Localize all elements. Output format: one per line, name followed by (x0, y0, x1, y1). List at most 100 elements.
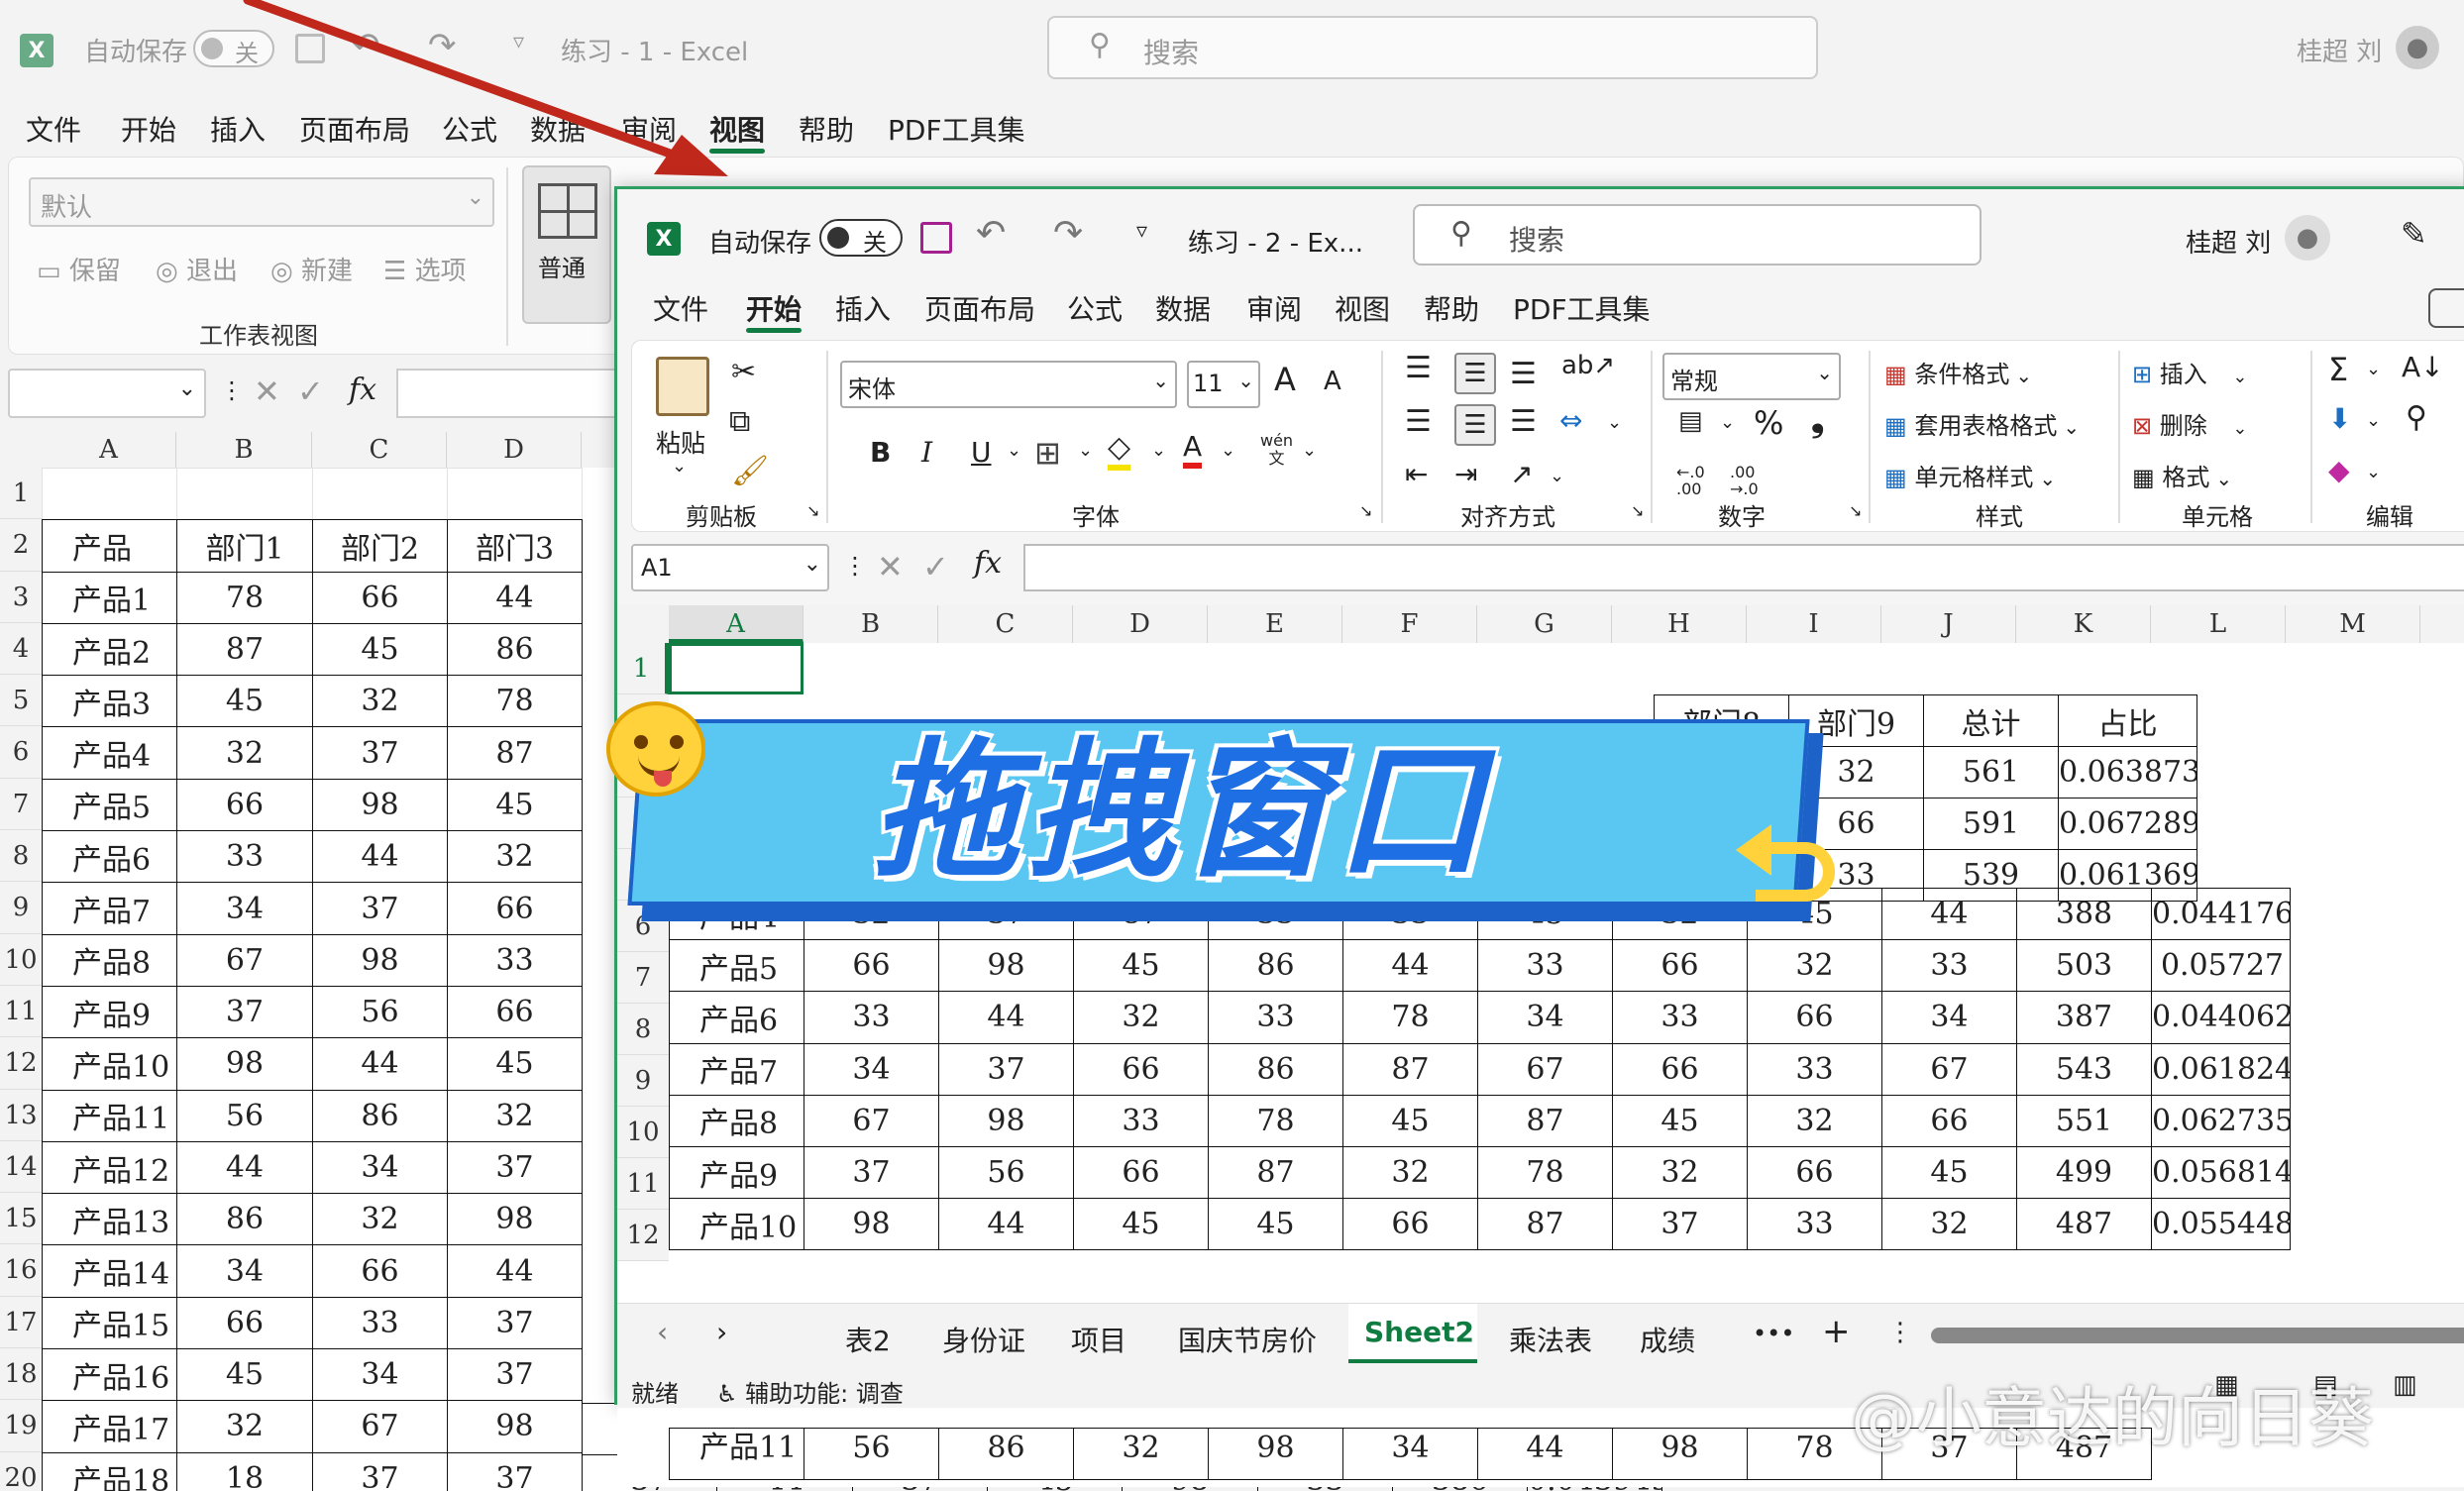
cell[interactable]: 487 (2016, 1198, 2152, 1251)
cell[interactable]: 33 (447, 933, 583, 987)
cell[interactable]: 98 (312, 933, 448, 987)
menu-review[interactable]: 审阅 (1246, 288, 1302, 328)
align-right-icon[interactable]: ☰ (1510, 404, 1537, 439)
cell[interactable]: 86 (1208, 939, 1343, 993)
row-number[interactable]: 12 (0, 1037, 42, 1090)
cell[interactable]: 产品10 (42, 1037, 177, 1091)
horizontal-scrollbar[interactable] (1931, 1328, 2464, 1343)
col-header[interactable]: I (1747, 605, 1881, 643)
autosave-toggle[interactable]: 关 (819, 219, 903, 257)
row-number[interactable]: 15 (0, 1193, 42, 1245)
cell[interactable]: 32 (447, 830, 583, 884)
row-number[interactable]: 9 (617, 1055, 669, 1107)
cell[interactable]: 98 (312, 778, 448, 832)
cell[interactable]: 45 (1612, 1094, 1748, 1147)
cell[interactable]: 66 (1747, 1145, 1882, 1200)
cell[interactable]: 86 (447, 622, 583, 677)
cell[interactable]: 0.05727 (2151, 939, 2291, 993)
cell[interactable]: 总计 (1923, 694, 2059, 747)
format-painter-icon[interactable]: 🖌 (731, 454, 769, 488)
cell[interactable]: 33 (1747, 1198, 1882, 1251)
new-button[interactable]: ◎ 新建 (270, 251, 353, 287)
cell[interactable]: 66 (1881, 1094, 2017, 1147)
row-number[interactable]: 5 (0, 675, 42, 727)
next-sheet-icon[interactable]: › (716, 1316, 727, 1348)
cell[interactable]: 98 (803, 1198, 939, 1251)
cell[interactable]: 0.062735 (2151, 1094, 2291, 1147)
cell[interactable]: 45 (1073, 939, 1209, 993)
chevron-down-icon[interactable]: ⌄ (2366, 462, 2381, 482)
cell[interactable]: 产品2 (42, 622, 177, 677)
cell[interactable]: 37 (803, 1145, 939, 1200)
cell[interactable]: 34 (176, 882, 313, 935)
cell[interactable]: 32 (1073, 1428, 1209, 1480)
cell[interactable]: 499 (2016, 1145, 2152, 1200)
cell[interactable]: 87 (176, 622, 313, 677)
col-header[interactable]: F (1342, 605, 1477, 643)
menu-home[interactable]: 开始 (746, 288, 802, 328)
cell[interactable]: 37 (938, 1042, 1074, 1096)
cell[interactable]: 56 (312, 985, 448, 1039)
back-search-box[interactable]: ⚲ 搜索 (1047, 16, 1818, 79)
borders-icon[interactable]: ⊞ (1034, 434, 1061, 472)
cell[interactable]: 32 (1881, 1198, 2017, 1251)
cell[interactable]: 44 (938, 991, 1074, 1044)
cell[interactable]: 33 (1208, 991, 1343, 1044)
row-number[interactable]: 3 (0, 571, 42, 623)
cell[interactable] (176, 467, 313, 521)
row-number[interactable]: 19 (0, 1400, 42, 1452)
cell[interactable] (312, 467, 448, 521)
cell[interactable] (42, 467, 177, 521)
row-number[interactable]: 8 (617, 1004, 669, 1055)
cell[interactable]: 33 (1073, 1094, 1209, 1147)
increase-decimal-icon[interactable]: ←.0 .00 (1676, 464, 1716, 497)
cell[interactable]: 产品14 (42, 1244, 177, 1298)
cell[interactable]: 591 (1923, 798, 2059, 850)
avatar-icon[interactable]: ● (2396, 26, 2439, 69)
cell[interactable]: 产品6 (42, 830, 177, 884)
cell[interactable]: 67 (1477, 1042, 1613, 1096)
cell[interactable]: 37 (176, 985, 313, 1039)
row-number[interactable]: 13 (0, 1089, 42, 1141)
cell[interactable]: 66 (312, 1244, 448, 1298)
cell[interactable]: 33 (1881, 939, 2017, 993)
cell[interactable]: 45 (1208, 1198, 1343, 1251)
cell[interactable]: 45 (176, 675, 313, 728)
cell[interactable]: 33 (803, 991, 939, 1044)
cell[interactable]: 543 (2016, 1042, 2152, 1096)
clear-icon[interactable]: ◆ (2328, 454, 2350, 486)
row-number[interactable]: 12 (617, 1210, 669, 1261)
cell[interactable]: 86 (312, 1089, 448, 1142)
cell[interactable]: 34 (803, 1042, 939, 1096)
cell[interactable]: 0.044176 (2151, 887, 2291, 941)
row-number[interactable]: 8 (0, 830, 42, 883)
menu-help[interactable]: 帮助 (799, 109, 854, 149)
cell[interactable]: 产品5 (669, 939, 804, 993)
chevron-down-icon[interactable]: ⌄ (1550, 466, 1564, 486)
paste-label[interactable]: 粘贴 (656, 424, 705, 460)
more-sheets-icon[interactable]: ••• (1753, 1320, 1794, 1347)
sort-filter-icon[interactable]: A↓ (2402, 351, 2444, 383)
cell[interactable]: 33 (1747, 1042, 1882, 1096)
cell[interactable]: 98 (447, 1193, 583, 1246)
sheet-tab-3[interactable]: 项目 (1071, 1320, 1126, 1359)
menu-page-layout[interactable]: 页面布局 (924, 288, 1035, 328)
cell[interactable]: 98 (938, 1094, 1074, 1147)
cell[interactable]: 33 (176, 830, 313, 884)
row-number[interactable]: 14 (0, 1140, 42, 1194)
cell[interactable]: 37 (1612, 1198, 1748, 1251)
conditional-format-button[interactable]: ▦ 条件格式 (1884, 355, 2032, 389)
cell[interactable]: 66 (176, 1296, 313, 1350)
cell[interactable]: 产品15 (42, 1296, 177, 1350)
cell[interactable]: 87 (1342, 1042, 1478, 1096)
cell[interactable]: 产品11 (669, 1428, 804, 1480)
row-number[interactable]: 7 (0, 778, 42, 831)
front-search-box[interactable]: ⚲ 搜索 (1413, 204, 1982, 266)
cell-styles-button[interactable]: ▦ 单元格样式 (1884, 458, 2056, 492)
col-header[interactable]: A (669, 605, 803, 643)
menu-data[interactable]: 数据 (1155, 288, 1211, 328)
col-header[interactable]: J (1881, 605, 2016, 643)
font-name-select[interactable]: 宋体 ⌄ (840, 361, 1177, 408)
autosum-icon[interactable]: Σ (2328, 351, 2348, 388)
confirm-icon[interactable]: ✓ (922, 548, 949, 586)
